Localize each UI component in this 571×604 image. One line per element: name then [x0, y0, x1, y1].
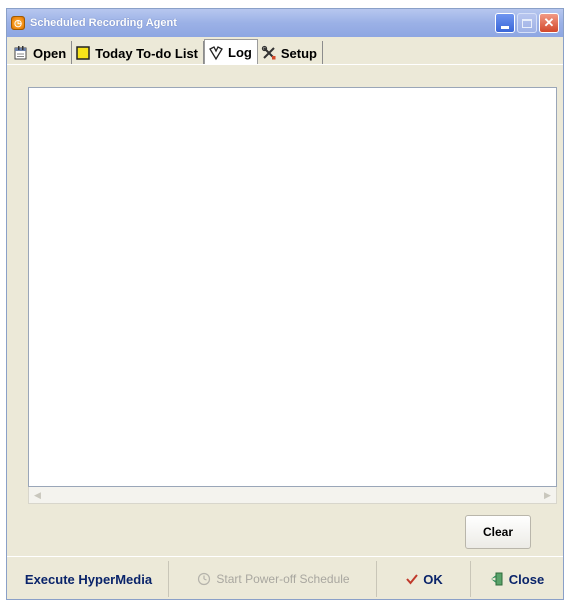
- minimize-icon: [501, 25, 509, 29]
- scroll-left-icon[interactable]: ◀: [29, 488, 46, 503]
- log-tab-page: ◀ ▶ Clear: [7, 64, 563, 556]
- maximize-button[interactable]: [517, 13, 537, 33]
- bottom-button-bar: Execute HyperMedia Start Power-off Sched…: [7, 556, 563, 599]
- scroll-right-icon[interactable]: ▶: [539, 488, 556, 503]
- close-label: Close: [508, 571, 545, 587]
- window-title: Scheduled Recording Agent: [30, 17, 177, 29]
- execute-hypermedia-button[interactable]: Execute HyperMedia: [9, 561, 169, 597]
- calendar-icon: [13, 45, 29, 61]
- tab-open-label: Open: [33, 45, 67, 61]
- clock-icon: ◷: [11, 16, 25, 30]
- tab-setup[interactable]: Setup: [257, 41, 323, 65]
- title-buttons: ✕: [495, 13, 559, 33]
- log-textarea[interactable]: [28, 87, 557, 487]
- close-window-button[interactable]: ✕: [539, 13, 559, 33]
- start-poweroff-schedule-label: Start Power-off Schedule: [216, 572, 350, 586]
- title-bar[interactable]: ◷ Scheduled Recording Agent ✕: [7, 9, 563, 37]
- tab-open[interactable]: Open: [10, 41, 73, 65]
- exit-door-icon: [490, 572, 504, 586]
- ok-button[interactable]: OK: [379, 561, 471, 597]
- tab-bar: Open Today To-do List Log Setup: [7, 39, 563, 65]
- close-icon: ✕: [543, 15, 555, 30]
- tab-log-label: Log: [228, 45, 252, 60]
- maximize-icon: [522, 18, 532, 28]
- tab-today-todo[interactable]: Today To-do List: [72, 41, 205, 65]
- sticky-note-icon: [75, 45, 91, 61]
- tab-today-todo-label: Today To-do List: [95, 45, 199, 61]
- execute-hypermedia-label: Execute HyperMedia: [24, 571, 153, 587]
- power-clock-icon: [197, 572, 211, 586]
- tab-setup-label: Setup: [280, 45, 317, 61]
- tab-log[interactable]: Log: [204, 39, 258, 65]
- app-window: ◷ Scheduled Recording Agent ✕ Open Today…: [6, 8, 564, 600]
- start-poweroff-schedule-button[interactable]: Start Power-off Schedule: [171, 561, 377, 597]
- clear-button[interactable]: Clear: [465, 515, 531, 549]
- tools-icon: [261, 45, 277, 61]
- ok-label: OK: [423, 571, 443, 587]
- close-button[interactable]: Close: [473, 561, 561, 597]
- horizontal-scrollbar[interactable]: ◀ ▶: [28, 487, 557, 504]
- checkmark-icon: [406, 573, 419, 585]
- minimize-button[interactable]: [495, 13, 515, 33]
- log-icon: [208, 45, 224, 61]
